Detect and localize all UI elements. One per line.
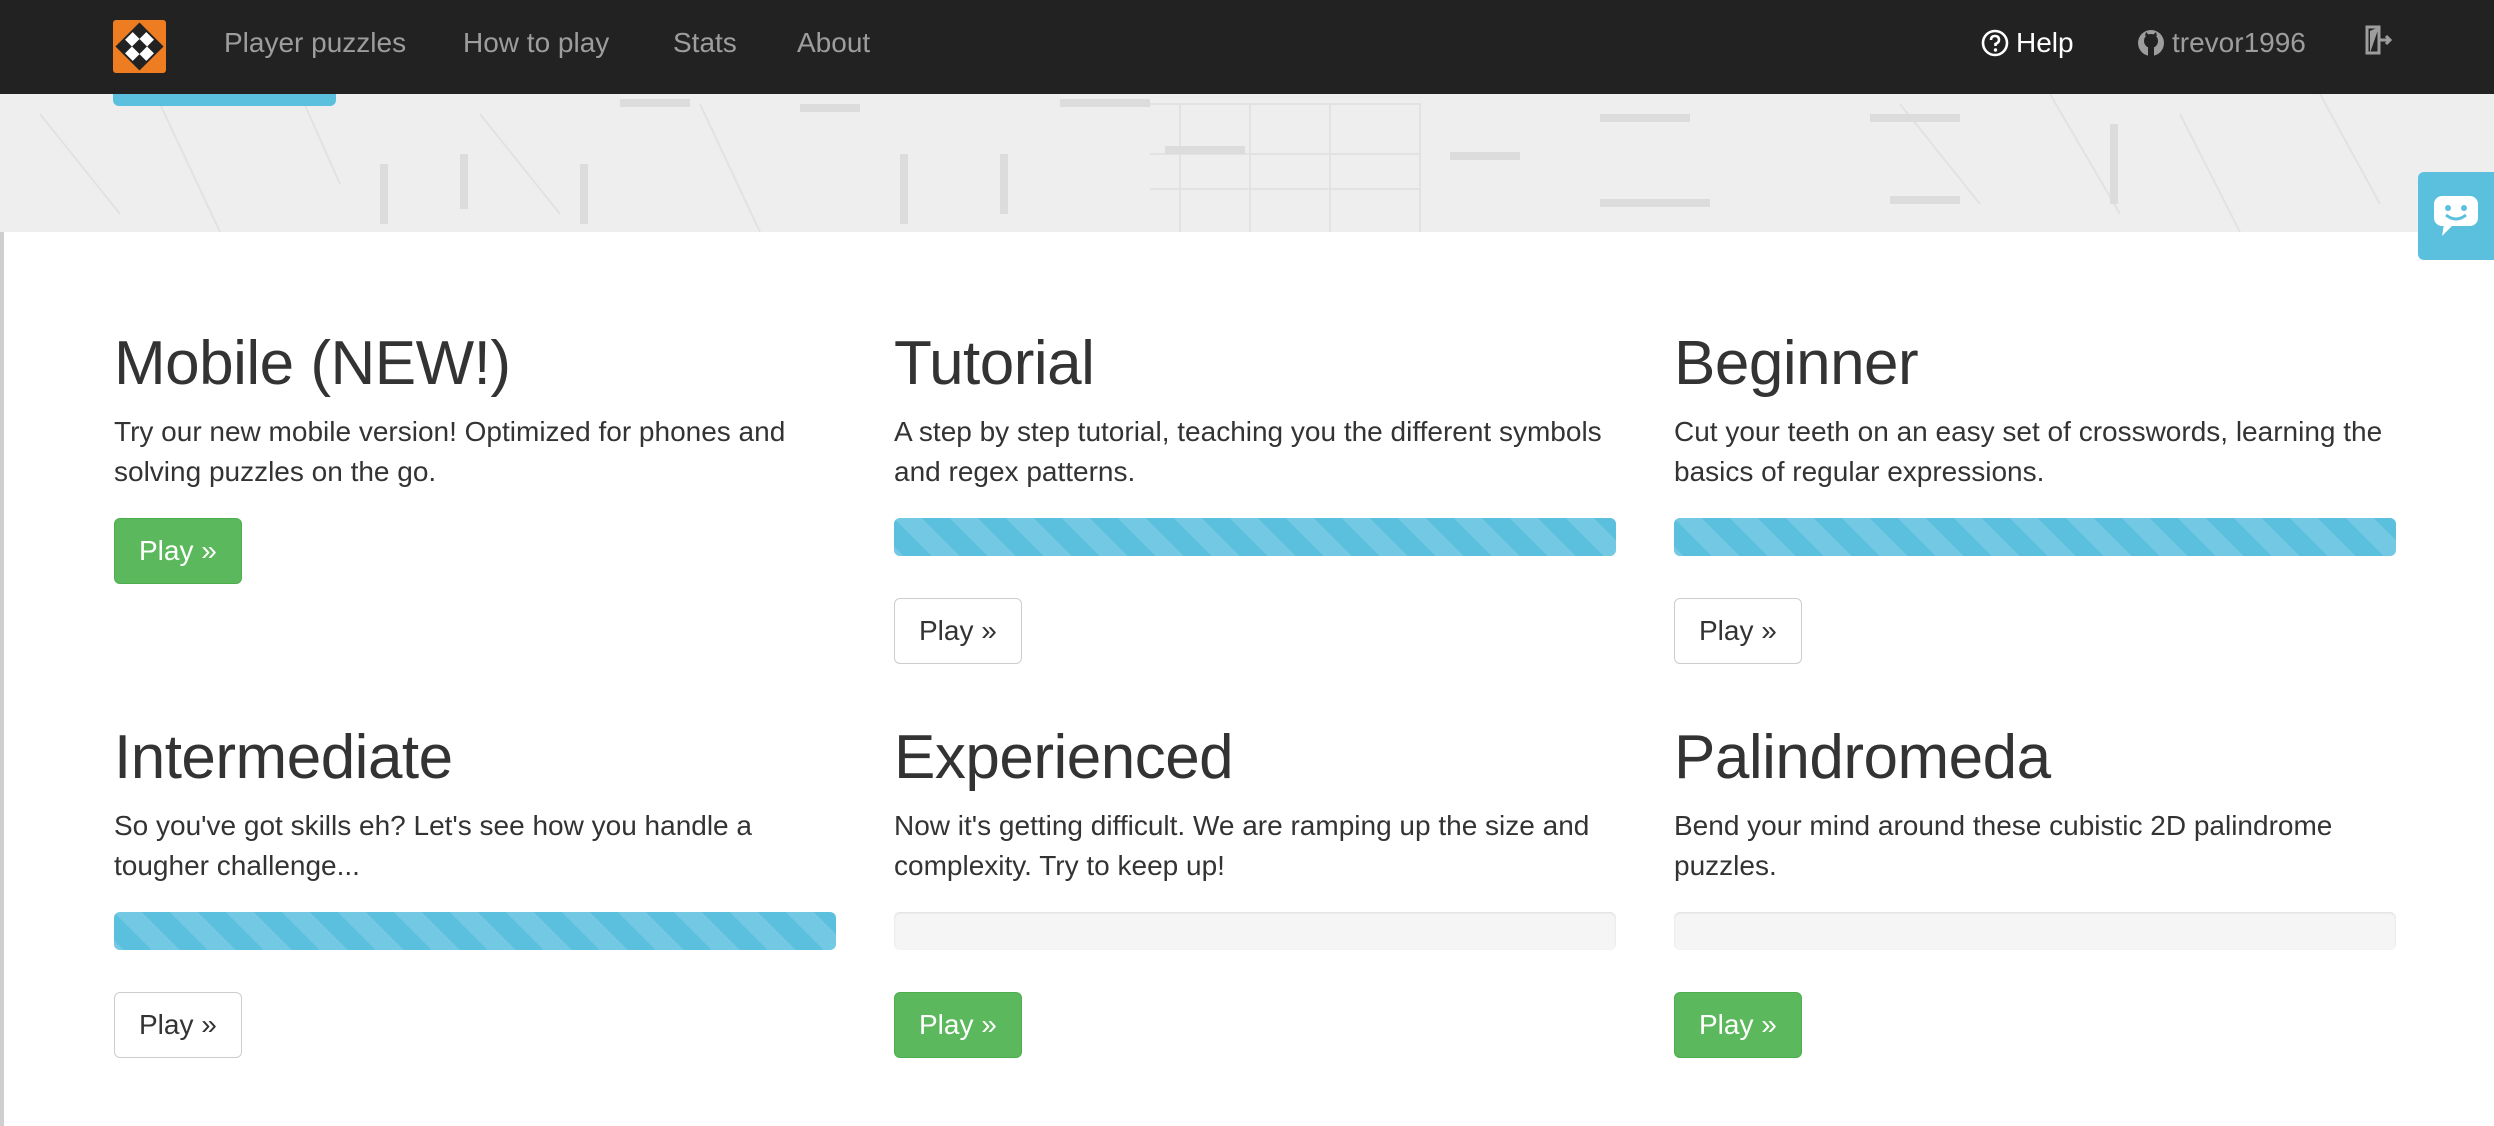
nav-how-to-play[interactable]: How to play xyxy=(463,25,609,61)
section-description: So you've got skills eh? Let's see how y… xyxy=(114,810,752,881)
help-label: Help xyxy=(2016,27,2074,58)
section-experienced: Experienced Now it's getting difficult. … xyxy=(894,720,1616,1058)
user-link[interactable]: trevor1996 xyxy=(2136,25,2306,61)
chat-icon xyxy=(2434,196,2478,236)
regex-pattern-background xyxy=(39,94,2381,232)
progress-fill xyxy=(114,912,836,950)
play-button[interactable]: Play » xyxy=(1674,992,1802,1058)
feedback-tab[interactable] xyxy=(2418,172,2494,260)
help-link[interactable]: Help xyxy=(1980,25,2074,61)
section-title: Intermediate xyxy=(114,723,453,792)
section-description: A step by step tutorial, teaching you th… xyxy=(894,416,1602,487)
progress-fill xyxy=(894,518,1616,556)
progress-bar xyxy=(114,912,836,950)
play-button[interactable]: Play » xyxy=(114,992,242,1058)
section-title: Palindromeda xyxy=(1674,723,2051,792)
section-description: Bend your mind around these cubistic 2D … xyxy=(1674,810,2333,881)
github-icon xyxy=(2138,30,2164,56)
section-intermediate: Intermediate So you've got skills eh? Le… xyxy=(114,720,836,1058)
progress-fill xyxy=(1674,518,2396,556)
brand-logo-icon[interactable] xyxy=(113,20,166,73)
section-title: Beginner xyxy=(1674,329,1919,398)
section-title: Tutorial xyxy=(894,329,1095,398)
section-palindromeda: Palindromeda Bend your mind around these… xyxy=(1674,720,2396,1058)
progress-bar xyxy=(894,518,1616,556)
section-beginner: Beginner Cut your teeth on an easy set o… xyxy=(1674,326,2396,664)
section-mobile: Mobile (NEW!) Try our new mobile version… xyxy=(114,326,836,584)
progress-bar xyxy=(894,912,1616,950)
nav-stats[interactable]: Stats xyxy=(673,25,737,61)
nav-player-puzzles[interactable]: Player puzzles xyxy=(224,25,406,61)
play-button[interactable]: Play » xyxy=(1674,598,1802,664)
section-description: Now it's getting difficult. We are rampi… xyxy=(894,810,1590,881)
section-description: Cut your teeth on an easy set of crosswo… xyxy=(1674,416,2383,487)
nav-about[interactable]: About xyxy=(797,25,870,61)
sign-out-icon xyxy=(2365,25,2393,55)
play-button[interactable]: Play » xyxy=(894,598,1022,664)
section-description: Try our new mobile version! Optimized fo… xyxy=(114,416,786,487)
hero-button-edge[interactable] xyxy=(113,94,336,106)
play-button[interactable]: Play » xyxy=(894,992,1022,1058)
progress-bar xyxy=(1674,518,2396,556)
progress-bar xyxy=(1674,912,2396,950)
top-navbar: Player puzzles How to play Stats About H… xyxy=(0,0,2494,94)
question-circle-icon xyxy=(1981,29,2009,57)
hero-banner xyxy=(0,94,2494,232)
section-title: Mobile (NEW!) xyxy=(114,329,511,398)
section-title: Experienced xyxy=(894,723,1234,792)
user-name: trevor1996 xyxy=(2172,27,2306,58)
play-button[interactable]: Play » xyxy=(114,518,242,584)
window-edge xyxy=(0,94,4,1126)
logout-link[interactable] xyxy=(2364,24,2400,56)
section-tutorial: Tutorial A step by step tutorial, teachi… xyxy=(894,326,1616,664)
